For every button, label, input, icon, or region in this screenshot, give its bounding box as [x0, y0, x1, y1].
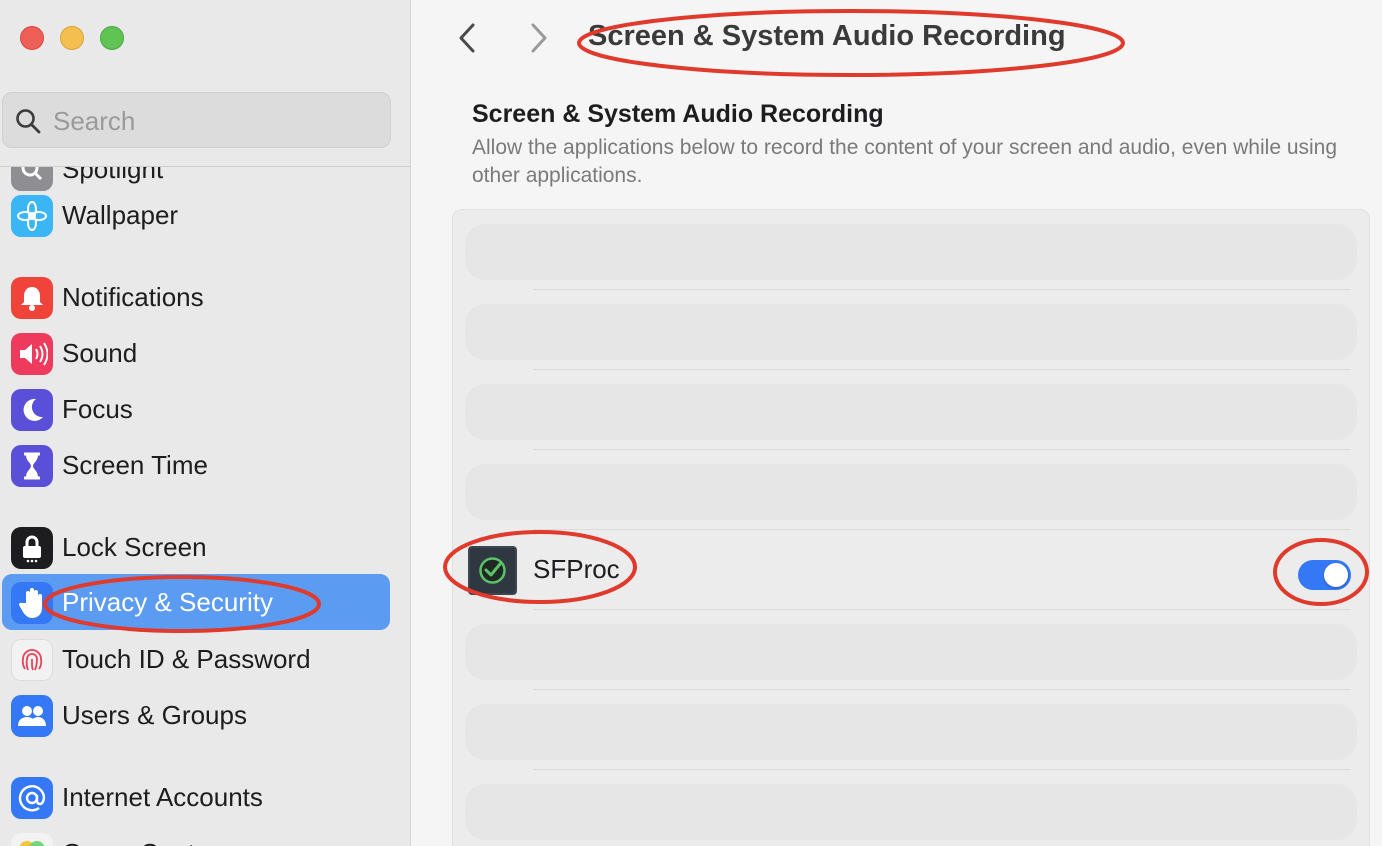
list-item [453, 210, 1369, 290]
sfproc-toggle[interactable] [1298, 560, 1351, 590]
sidebar-item-label: Screen Time [62, 450, 208, 480]
speaker-icon [11, 333, 53, 375]
wallpaper-icon [11, 195, 53, 237]
list-item [453, 450, 1369, 530]
window-title: Screen & System Audio Recording [588, 20, 1066, 52]
sidebar-item-label: Focus [62, 394, 133, 424]
app-list: SFProc [452, 209, 1370, 846]
list-item [453, 290, 1369, 370]
back-button[interactable] [453, 20, 483, 56]
sidebar-item-label: Internet Accounts [62, 782, 263, 812]
list-item [453, 610, 1369, 690]
sidebar-item-label: Sound [62, 338, 138, 368]
list-item [453, 690, 1369, 770]
search-field[interactable] [2, 92, 391, 148]
sidebar-item-label: Lock Screen [62, 532, 207, 562]
section-title: Screen & System Audio Recording [472, 100, 884, 128]
users-icon [11, 695, 53, 737]
sidebar-item-notifications[interactable]: Notifications [2, 269, 390, 325]
sidebar-item-label: Notifications [62, 282, 204, 312]
sidebar-item-label: Users & Groups [62, 700, 247, 730]
fingerprint-icon [11, 639, 53, 681]
sidebar-item-label: Privacy & Security [62, 587, 273, 617]
search-icon [16, 109, 41, 134]
sidebar-item-touch-id[interactable]: Touch ID & Password [2, 631, 390, 687]
list-item [453, 370, 1369, 450]
hourglass-icon [11, 445, 53, 487]
sfproc-app-icon [468, 546, 517, 595]
sidebar: Spotlight Wallpaper Notifications [0, 0, 411, 846]
lock-icon [11, 527, 53, 569]
zoom-window-button[interactable] [100, 26, 124, 50]
sidebar-item-label: Touch ID & Password [62, 644, 311, 674]
app-name: SFProc [533, 554, 620, 584]
moon-icon [11, 389, 53, 431]
sidebar-item-sound[interactable]: Sound [2, 325, 390, 381]
search-input[interactable] [53, 103, 373, 139]
game-center-icon [11, 833, 53, 846]
sidebar-item-users-groups[interactable]: Users & Groups [2, 687, 390, 743]
bell-icon [11, 277, 53, 319]
sidebar-item-game-center[interactable]: Game Center [2, 825, 390, 846]
sidebar-item-privacy-security[interactable]: Privacy & Security [2, 574, 390, 630]
sidebar-item-wallpaper[interactable]: Wallpaper [2, 187, 390, 243]
minimize-window-button[interactable] [60, 26, 84, 50]
sidebar-item-internet-accounts[interactable]: Internet Accounts [2, 769, 390, 825]
list-item [453, 770, 1369, 846]
sidebar-item-screen-time[interactable]: Screen Time [2, 437, 390, 493]
sidebar-item-focus[interactable]: Focus [2, 381, 390, 437]
sidebar-item-lock-screen[interactable]: Lock Screen [2, 519, 390, 575]
at-icon [11, 777, 53, 819]
section-description: Allow the applications below to record t… [472, 136, 1338, 187]
forward-button[interactable] [524, 20, 554, 56]
sidebar-item-label: Game Center [62, 838, 218, 846]
sidebar-list: Spotlight Wallpaper Notifications Sound … [0, 167, 410, 846]
sidebar-item-label: Wallpaper [62, 200, 179, 230]
close-window-button[interactable] [20, 26, 44, 50]
toggle-knob [1324, 563, 1348, 587]
sidebar-item-label: Spotlight [62, 167, 164, 184]
hand-icon [11, 582, 53, 624]
